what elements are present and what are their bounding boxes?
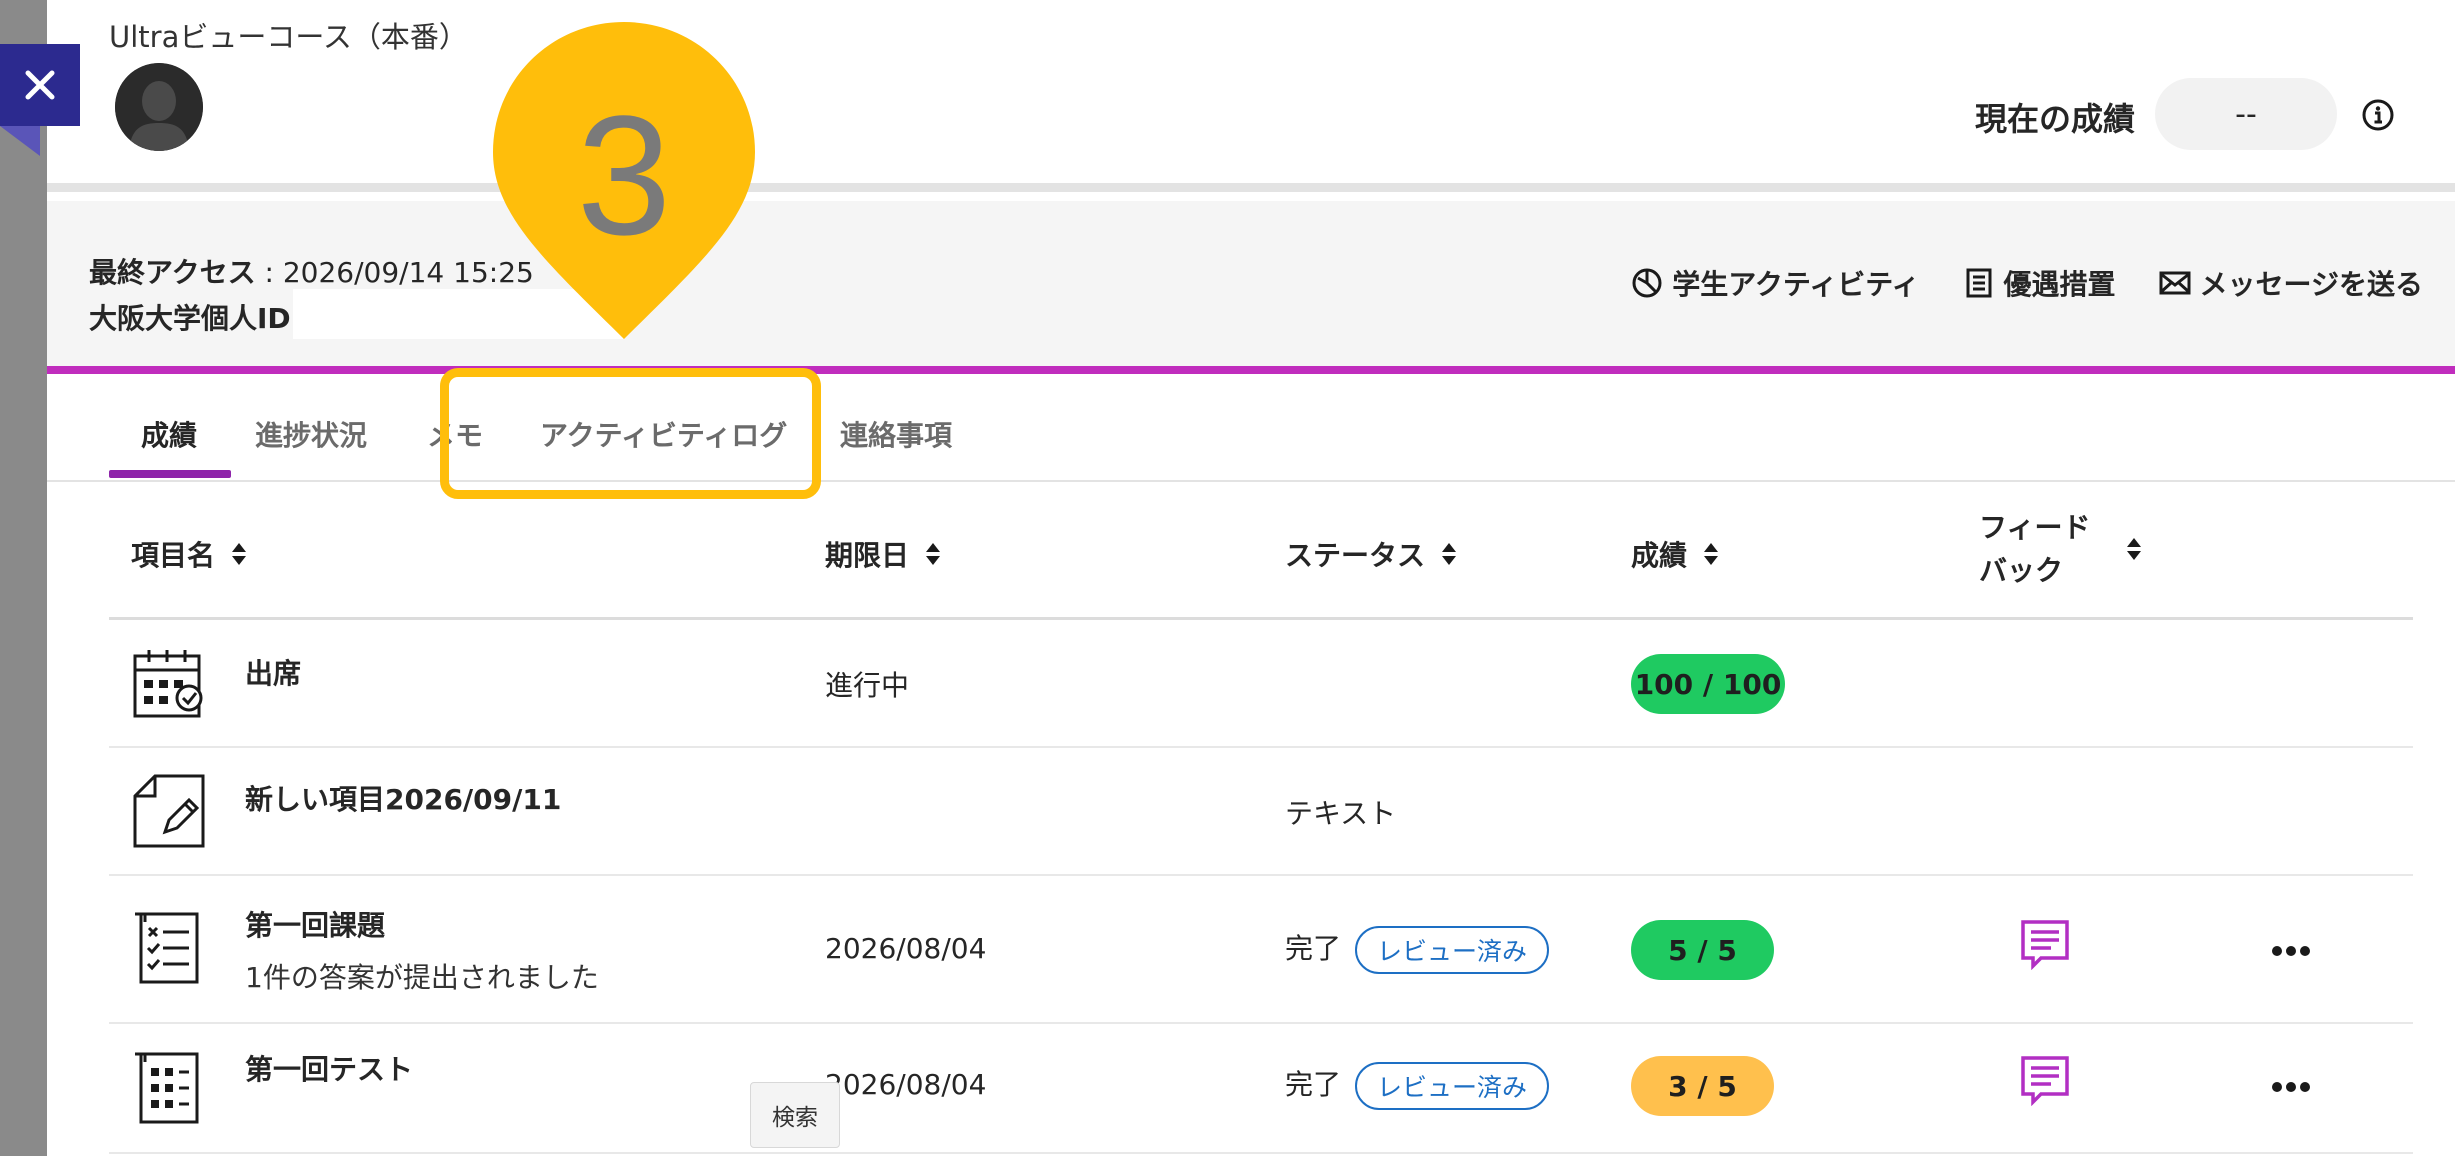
attendance-calendar-icon xyxy=(133,650,203,718)
header-grade-label: 成績 xyxy=(1631,539,1688,572)
activity-log-highlight xyxy=(440,368,821,499)
last-access-label: 最終アクセス xyxy=(89,256,256,289)
accommodations-button[interactable]: 優遇措置 xyxy=(1962,263,2116,303)
sort-icon xyxy=(926,543,941,565)
reviewed-badge: レビュー済み xyxy=(1355,926,1550,974)
tab-bar: 成績 進捗状況 メモ アクティビティログ 連絡事項 xyxy=(47,382,2455,482)
due-date: 進行中 xyxy=(825,669,910,702)
accommodations-label: 優遇措置 xyxy=(2003,268,2116,301)
close-button[interactable] xyxy=(0,44,80,126)
document-pencil-icon xyxy=(133,774,205,848)
last-access-separator: : xyxy=(255,256,283,289)
more-options-icon[interactable] xyxy=(2271,1080,2311,1094)
send-message-label: メッセージを送る xyxy=(2199,268,2423,301)
header: Ultraビューコース（本番） 現在の成績 -- xyxy=(47,0,2455,192)
feedback-icon[interactable] xyxy=(2019,1054,2071,1106)
sort-icon xyxy=(2127,538,2142,560)
feedback-icon[interactable] xyxy=(2019,918,2071,970)
avatar xyxy=(115,63,203,151)
left-rail xyxy=(0,0,47,1156)
course-title: Ultraビューコース（本番） xyxy=(109,20,468,54)
grades-table: 項目名 期限日 ステータス 成績 フィード バック 出席 進行中 100 / 1… xyxy=(109,484,2413,1154)
test-grid-icon xyxy=(135,1052,199,1124)
info-icon[interactable] xyxy=(2361,98,2395,132)
current-grade-value: -- xyxy=(2155,78,2337,150)
table-header: 項目名 期限日 ステータス 成績 フィード バック xyxy=(109,484,2413,620)
header-grade[interactable]: 成績 xyxy=(1631,534,1719,574)
table-row[interactable]: 出席 進行中 100 / 100 xyxy=(109,620,2413,748)
activity-chart-icon xyxy=(1632,268,1662,298)
student-id-label: 大阪大学個人ID xyxy=(89,302,291,335)
checklist-icon xyxy=(135,912,199,984)
more-options-icon[interactable] xyxy=(2271,944,2311,958)
due-date: 2026/08/04 xyxy=(825,932,987,965)
table-row[interactable]: 第一回課題 1件の答案が提出されました 2026/08/04 完了 レビュー済み … xyxy=(109,876,2413,1024)
header-status[interactable]: ステータス xyxy=(1285,534,1457,574)
tab-grades[interactable]: 成績 xyxy=(141,414,197,454)
action-bar: 学生アクティビティ 優遇措置 メッセージを送る xyxy=(1630,263,2423,303)
header-status-label: ステータス xyxy=(1285,539,1426,572)
header-feedback-label: フィード バック xyxy=(1979,506,2090,592)
status-cell: 完了 レビュー済み xyxy=(1285,1062,1550,1110)
header-feedback-line2: バック xyxy=(1979,554,2064,587)
status-text: テキスト xyxy=(1285,797,1397,830)
active-tab-indicator xyxy=(109,470,231,478)
grade-pill[interactable]: 100 / 100 xyxy=(1631,654,1785,714)
table-row[interactable]: 第一回テスト 2026/08/04 完了 レビュー済み 3 / 5 xyxy=(109,1024,2413,1154)
student-detail-panel: Ultraビューコース（本番） 現在の成績 -- 最終アクセス : 2026/0… xyxy=(47,0,2455,1156)
sort-icon xyxy=(1704,543,1719,565)
sort-icon xyxy=(1442,543,1457,565)
submission-note: 1件の答案が提出されました xyxy=(245,961,599,994)
document-list-icon xyxy=(1966,268,1992,298)
step-number: 3 xyxy=(577,81,672,271)
close-fold xyxy=(0,126,40,156)
send-message-button[interactable]: メッセージを送る xyxy=(2158,263,2423,303)
header-feedback[interactable]: フィード バック xyxy=(1979,506,2142,592)
header-due-date[interactable]: 期限日 xyxy=(825,534,941,574)
reviewed-badge: レビュー済み xyxy=(1355,1062,1550,1110)
envelope-icon xyxy=(2159,271,2191,295)
search-tooltip: 検索 xyxy=(750,1082,840,1148)
grade-pill[interactable]: 5 / 5 xyxy=(1631,920,1774,980)
current-grade-label: 現在の成績 xyxy=(1974,100,2135,138)
user-silhouette-icon xyxy=(115,63,203,151)
grade-pill[interactable]: 3 / 5 xyxy=(1631,1056,1774,1116)
step-callout-pin: 3 xyxy=(493,22,755,339)
status-text: 完了 xyxy=(1285,1068,1342,1101)
item-name[interactable]: 第一回テスト xyxy=(245,1048,413,1088)
header-due-date-label: 期限日 xyxy=(825,539,910,572)
header-item-name[interactable]: 項目名 xyxy=(131,534,247,574)
tab-announcements[interactable]: 連絡事項 xyxy=(840,414,952,454)
table-row[interactable]: 新しい項目2026/09/11 テキスト xyxy=(109,748,2413,876)
item-name[interactable]: 新しい項目2026/09/11 xyxy=(245,778,561,818)
item-name[interactable]: 出席 xyxy=(245,652,301,692)
student-activity-button[interactable]: 学生アクティビティ xyxy=(1630,263,1920,303)
sort-icon xyxy=(232,543,247,565)
header-feedback-line1: フィード xyxy=(1979,511,2091,544)
student-activity-label: 学生アクティビティ xyxy=(1672,268,1920,301)
student-info-band: 最終アクセス : 2026/09/14 15:25 大阪大学個人ID 学生アクテ… xyxy=(47,201,2455,374)
tab-progress[interactable]: 進捗状況 xyxy=(255,414,367,454)
due-date: 2026/08/04 xyxy=(825,1068,987,1101)
close-icon xyxy=(25,70,55,100)
last-access: 最終アクセス : 2026/09/14 15:25 xyxy=(89,251,534,291)
status-text: 完了 xyxy=(1285,932,1342,965)
header-item-name-label: 項目名 xyxy=(131,539,216,572)
status-cell: 完了 レビュー済み xyxy=(1285,926,1550,974)
item-name[interactable]: 第一回課題 xyxy=(245,904,385,944)
